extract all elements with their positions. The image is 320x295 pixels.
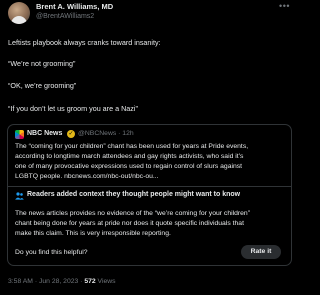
context-title: Readers added context they thought peopl… xyxy=(27,191,241,198)
avatar[interactable] xyxy=(8,2,30,24)
timestamp-text[interactable]: 3:58 AM · Jun 28, 2023 · xyxy=(8,278,84,285)
author-name[interactable]: Brent A. Williams, MD xyxy=(36,2,113,11)
views-label: Views xyxy=(95,278,116,285)
quoted-text-line: The “coming for your children” chant has… xyxy=(15,143,249,150)
context-text-line: make this claim. This is very irresponsi… xyxy=(15,230,171,237)
quoted-text-line: one of many provocative expressions used… xyxy=(15,163,243,170)
more-options-icon[interactable]: ••• xyxy=(279,2,290,11)
people-icon xyxy=(15,192,24,200)
context-text-line: The news articles provides no evidence o… xyxy=(15,210,250,217)
helpful-question: Do you find this helpful? xyxy=(15,249,88,256)
quoted-tweet-card[interactable]: NBC News ✓ @NBCNews · 12h The “coming fo… xyxy=(7,124,292,266)
tweet-text-line: “OK, we’re grooming” xyxy=(8,81,77,90)
verified-badge-icon: ✓ xyxy=(67,130,75,138)
tweet-timestamp: 3:58 AM · Jun 28, 2023 · 572 Views xyxy=(8,278,116,285)
tweet: Brent A. Williams, MD @BrentAWilliams2 •… xyxy=(0,0,300,295)
tweet-text-line: “We’re not grooming” xyxy=(8,59,76,68)
quoted-text-line: according to longtime march attendees an… xyxy=(15,153,244,160)
nbc-peacock-logo-icon xyxy=(15,130,24,139)
community-notes-panel: Readers added context they thought peopl… xyxy=(8,186,291,266)
quoted-author-meta: @NBCNews · 12h xyxy=(78,130,134,137)
author-handle[interactable]: @BrentAWilliams2 xyxy=(36,13,94,20)
view-count: 572 xyxy=(84,278,96,285)
rate-it-button[interactable]: Rate it xyxy=(241,245,281,259)
tweet-text-line: “If you don’t let us groom you are a Naz… xyxy=(8,104,138,113)
tweet-text-line: Leftists playbook always cranks toward i… xyxy=(8,38,161,47)
context-text-line: chant being done for years at pride nor … xyxy=(15,220,244,227)
quoted-text-line: LGBTQ people. nbcnews.com/nbc-out/nbc-ou… xyxy=(15,173,159,180)
quoted-author-name: NBC News xyxy=(27,130,63,137)
